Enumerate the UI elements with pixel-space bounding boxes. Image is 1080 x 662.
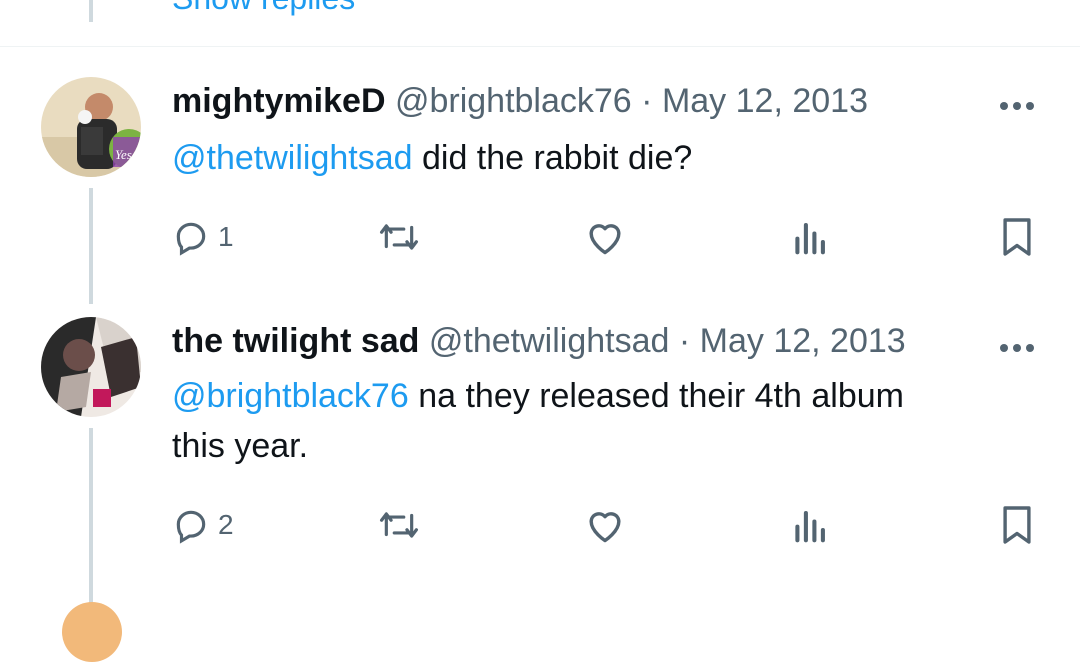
heart-icon xyxy=(589,224,621,255)
tweet-date[interactable]: May 12, 2013 xyxy=(700,322,906,360)
avatar-twilight-sad[interactable] xyxy=(41,317,141,417)
tweet-text-content: na they released their 4th album xyxy=(408,377,904,415)
next-avatar-peek xyxy=(62,602,122,662)
tweet-header: the twilight sad @thetwilightsad · May 1… xyxy=(172,321,906,361)
display-name[interactable]: mightymikeD xyxy=(172,82,386,120)
avatar-image: Yes xyxy=(41,77,141,177)
bookmark-icon xyxy=(1003,218,1031,256)
reply-count: 1 xyxy=(218,221,234,252)
tweet-header: mightymikeD @brightblack76 · May 12, 201… xyxy=(172,81,868,121)
tweet-text-line: this year. xyxy=(172,427,309,465)
avatar-mightymiked[interactable]: Yes xyxy=(41,77,141,177)
heart-icon xyxy=(589,512,621,543)
avatar-image xyxy=(41,317,141,417)
separator-dot: · xyxy=(641,82,653,120)
bookmark-button[interactable] xyxy=(1000,216,1034,258)
separator-dot: · xyxy=(678,322,691,360)
bookmark-icon xyxy=(1003,506,1031,544)
like-button[interactable] xyxy=(584,506,626,544)
avatar-badge-text: Yes xyxy=(115,147,132,162)
thread-line xyxy=(89,188,93,304)
like-button[interactable] xyxy=(584,218,626,256)
tweet-text: @thetwilightsad did the rabbit die? xyxy=(172,133,692,183)
thread-line-top xyxy=(89,0,93,22)
more-icon[interactable] xyxy=(998,334,1036,355)
tweet-text: @brightblack76 na they released their 4t… xyxy=(172,371,1032,471)
mention-link[interactable]: @brightblack76 xyxy=(172,377,409,415)
views-icon xyxy=(795,223,825,255)
mention-link[interactable]: @thetwilightsad xyxy=(172,139,413,177)
tweet-text-content: did the rabbit die? xyxy=(412,139,693,177)
display-name[interactable]: the twilight sad xyxy=(172,322,419,360)
tweet-text-line: @brightblack76 na they released their 4t… xyxy=(172,371,1032,421)
retweet-button[interactable] xyxy=(376,218,422,256)
retweet-button[interactable] xyxy=(376,506,422,544)
retweet-icon xyxy=(380,512,418,538)
show-replies-link[interactable]: Show replies xyxy=(172,0,355,18)
retweet-icon xyxy=(380,224,418,250)
views-button[interactable] xyxy=(794,506,828,544)
thread-line xyxy=(89,428,93,608)
views-button[interactable] xyxy=(794,218,828,256)
reply-button[interactable]: 1 xyxy=(172,218,234,256)
reply-icon xyxy=(176,510,206,544)
reply-count: 2 xyxy=(218,509,234,540)
tweet-date[interactable]: May 12, 2013 xyxy=(662,82,868,120)
views-icon xyxy=(795,511,825,543)
reply-icon xyxy=(176,222,206,256)
user-handle[interactable]: @brightblack76 xyxy=(395,82,632,120)
divider xyxy=(0,46,1080,47)
reply-button[interactable]: 2 xyxy=(172,506,234,544)
bookmark-button[interactable] xyxy=(1000,504,1034,546)
more-icon[interactable] xyxy=(998,92,1036,113)
user-handle[interactable]: @thetwilightsad xyxy=(429,322,670,360)
